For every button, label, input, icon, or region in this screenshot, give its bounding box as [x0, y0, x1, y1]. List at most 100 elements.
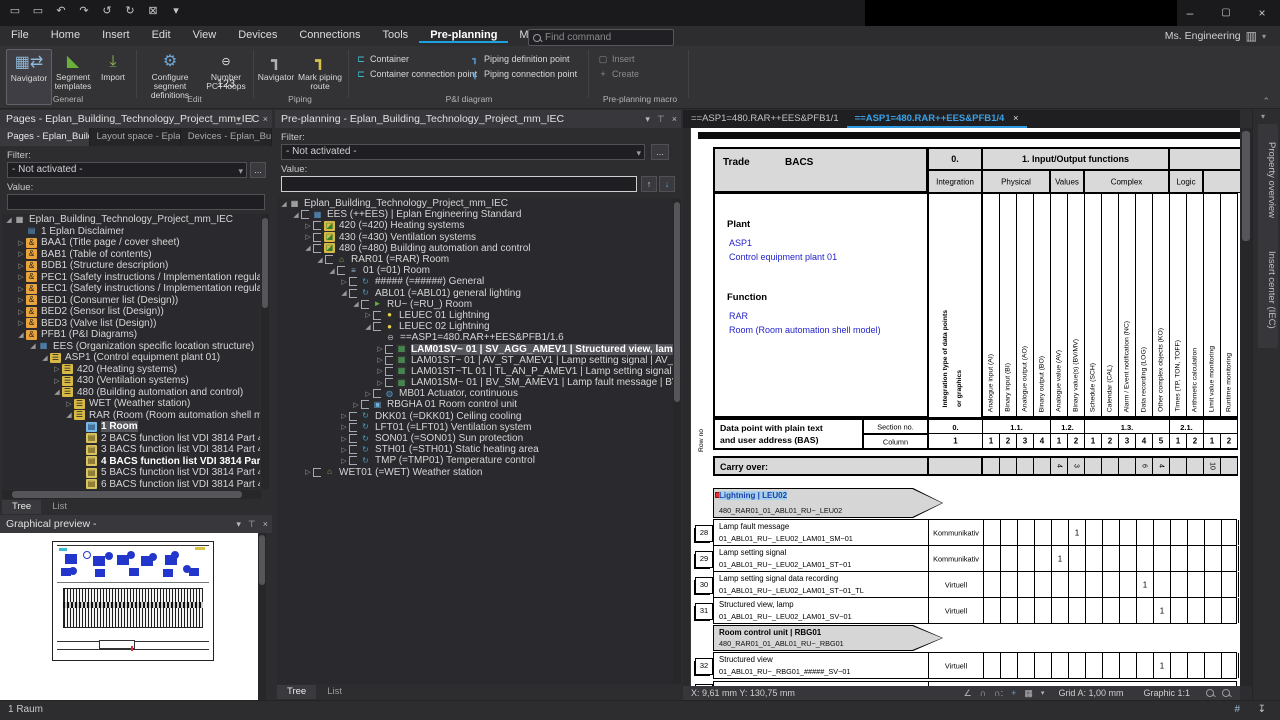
ribbon-tab-file[interactable]: File — [0, 26, 40, 43]
tab-tree[interactable]: Tree — [277, 685, 316, 699]
insert-macro-button[interactable]: ▢ Insert — [598, 52, 635, 66]
grid-display-icon[interactable]: ▦ — [1024, 688, 1033, 699]
tree-item[interactable]: ▤2 BACS function list VDI 3814 Part 4.3 — [2, 433, 260, 445]
pin-icon[interactable]: ⊤ — [248, 519, 256, 530]
ribbon-tab-tools[interactable]: Tools — [372, 26, 420, 43]
close-button[interactable]: × — [1244, 0, 1280, 26]
tree-item[interactable]: ▷↻DKK01 (=DKK01) Ceiling cooling — [277, 411, 673, 422]
pin-icon[interactable]: ⊤ — [657, 114, 665, 125]
redo-icon[interactable]: ↷ — [77, 4, 91, 17]
tree-item[interactable]: ▤6 BACS function list VDI 3814 Part 4.3 — [2, 479, 260, 490]
collapse-expander-icon[interactable]: ◢ — [40, 354, 50, 362]
tree-item[interactable]: ◢▦Eplan_Building_Technology_Project_mm_I… — [2, 214, 260, 226]
tree-item[interactable]: ◢☰RAR (Room (Room automation shell model… — [2, 410, 260, 422]
create-macro-button[interactable]: + Create — [598, 67, 639, 81]
collapse-expander-icon[interactable]: ◢ — [315, 256, 325, 264]
ribbon-tab-connections[interactable]: Connections — [288, 26, 371, 43]
drawing-canvas[interactable]: Trade BACS 0. 1. Input/Output functions … — [683, 128, 1240, 686]
tree-item[interactable]: ▷◪420 (=420) Heating systems — [277, 220, 673, 231]
expand-expander-icon[interactable]: ▷ — [52, 377, 62, 385]
tree-item[interactable]: ◢●LEUEC 02 Lightning — [277, 321, 673, 332]
tree-item[interactable]: ▤1 Eplan Disclaimer — [2, 226, 260, 238]
zoom-in-icon[interactable] — [1206, 689, 1214, 697]
tab-pages[interactable]: Pages - Eplan_Buildin... — [0, 128, 90, 146]
tree-item[interactable]: ◢▦EES (Organization specific location st… — [2, 341, 260, 353]
collapse-expander-icon[interactable]: ◢ — [327, 267, 337, 275]
expand-expander-icon[interactable]: ▷ — [16, 319, 26, 327]
filter-more-button[interactable]: ... — [651, 144, 669, 160]
tree-item[interactable]: ▷◍MB01 Actuator, continuous — [277, 388, 673, 399]
tree-item[interactable]: ▷⌂WET01 (=WET) Weather station — [277, 467, 673, 478]
tree-item[interactable]: ◢☰ASP1 (Control equipment plant 01) — [2, 352, 260, 364]
expand-expander-icon[interactable]: ▷ — [363, 311, 373, 319]
value-input[interactable] — [281, 176, 637, 192]
preplanning-tree-vscrollbar[interactable] — [673, 198, 681, 684]
expand-expander-icon[interactable]: ▷ — [375, 345, 385, 353]
expand-expander-icon[interactable]: ▷ — [16, 308, 26, 316]
ribbon-tab-insert[interactable]: Insert — [91, 26, 141, 43]
minimize-button[interactable]: – — [1172, 0, 1208, 26]
angle-snap-icon[interactable]: ∠ — [964, 688, 972, 699]
chevron-down-icon[interactable]: ▾ — [236, 114, 241, 125]
tree-item[interactable]: ▷▣RBGHA 01 Room control unit — [277, 399, 673, 410]
tab-devices[interactable]: Devices - Eplan_Buildi... — [181, 128, 272, 146]
table-row[interactable]: Lamp setting signal data recording01_ABL… — [713, 571, 1237, 598]
collapse-expander-icon[interactable]: ◢ — [363, 323, 373, 331]
table-row[interactable]: Structured view, lamp01_ABL01_RU~_LEU02_… — [713, 597, 1237, 624]
expand-expander-icon[interactable]: ▷ — [351, 401, 361, 409]
tree-item[interactable]: ◢⌂RAR01 (=RAR) Room — [277, 254, 673, 265]
expand-expander-icon[interactable]: ▷ — [303, 468, 313, 476]
preview-vscrollbar[interactable] — [258, 533, 266, 700]
tree-item[interactable]: ▷&EEC1 (Safety instructions / Implementa… — [2, 283, 260, 295]
preview-canvas[interactable] — [0, 533, 258, 700]
expand-expander-icon[interactable]: ▷ — [16, 273, 26, 281]
expand-expander-icon[interactable]: ▷ — [16, 296, 26, 304]
tab-insert-center[interactable]: Insert center (IEC) — [1258, 232, 1278, 348]
collapse-expander-icon[interactable]: ◢ — [339, 289, 349, 297]
tree-item[interactable]: ▷↻SON01 (=SON01) Sun protection — [277, 433, 673, 444]
pin-icon[interactable]: ⊤ — [248, 114, 256, 125]
tree-item[interactable]: ◢&PFB1 (P&I Diagrams) — [2, 329, 260, 341]
tab-list[interactable]: List — [317, 685, 352, 699]
tab-list[interactable]: List — [42, 500, 77, 514]
filter-select[interactable]: - Not activated - ▾ — [281, 144, 645, 160]
design-mode-icon[interactable]: ∩: — [994, 688, 1003, 698]
tree-item[interactable]: ▷◪430 (=430) Ventilation systems — [277, 232, 673, 243]
collapse-expander-icon[interactable]: ◢ — [291, 211, 301, 219]
collapse-expander-icon[interactable]: ◢ — [279, 200, 289, 208]
expand-expander-icon[interactable]: ▷ — [375, 379, 385, 387]
tree-item[interactable]: ▤4 BACS function list VDI 3814 Part 4.3 — [2, 456, 260, 468]
collapse-expander-icon[interactable]: ◢ — [16, 331, 26, 339]
chevron-down-icon[interactable]: ▾ — [1041, 689, 1045, 697]
pages-tree-vscrollbar[interactable] — [261, 214, 269, 489]
tree-item[interactable]: ▤3 BACS function list VDI 3814 Part 4.3 — [2, 444, 260, 456]
tree-item[interactable]: ▷↻##### (=#####) General — [277, 276, 673, 287]
search-up-button[interactable]: ↑ — [641, 176, 657, 192]
expand-expander-icon[interactable]: ▷ — [16, 262, 26, 270]
tree-item[interactable]: ▷↻TMP (=TMP01) Temperature control — [277, 455, 673, 466]
container-connection-point-button[interactable]: ⊏ Container connection point — [356, 67, 477, 81]
tree-item[interactable]: ▷▦LAM01ST~TL 01 | TL_AN_P_AMEV1 | Lamp s… — [277, 366, 673, 377]
collapse-expander-icon[interactable]: ◢ — [52, 388, 62, 396]
filter-select[interactable]: - Not activated - ▾ — [7, 162, 247, 178]
expand-expander-icon[interactable]: ▷ — [303, 233, 313, 241]
tree-item[interactable]: ▷&BED1 (Consumer list (Design)) — [2, 295, 260, 307]
expand-expander-icon[interactable]: ▷ — [339, 423, 349, 431]
ribbon-tab-edit[interactable]: Edit — [141, 26, 182, 43]
user-area[interactable]: Ms. Engineering ▥ ▾ — [1165, 29, 1266, 43]
tab-property-overview[interactable]: Property overview — [1258, 124, 1278, 236]
undo-icon[interactable]: ↶ — [54, 4, 68, 17]
container-button[interactable]: ⊏ Container — [356, 52, 409, 66]
tree-item[interactable]: ⊖==ASP1=480.RAR++EES&PFB1/1.6 — [277, 332, 673, 343]
tree-item[interactable]: ▷&BAB1 (Table of contents) — [2, 249, 260, 261]
ribbon-tab-devices[interactable]: Devices — [227, 26, 288, 43]
expand-expander-icon[interactable]: ▷ — [339, 278, 349, 286]
new-page-icon[interactable]: ▭ — [8, 4, 22, 17]
collapse-expander-icon[interactable]: ◢ — [64, 411, 74, 419]
tree-item[interactable]: ◢☰480 (Building automation and control) — [2, 387, 260, 399]
tree-item[interactable]: ▷&BED2 (Sensor list (Design)) — [2, 306, 260, 318]
close-icon[interactable]: × — [1013, 113, 1019, 124]
editor-vscrollbar[interactable] — [1240, 128, 1252, 686]
object-snap-icon[interactable]: ∩ — [980, 688, 986, 698]
find-command-box[interactable]: Find command — [528, 29, 674, 46]
